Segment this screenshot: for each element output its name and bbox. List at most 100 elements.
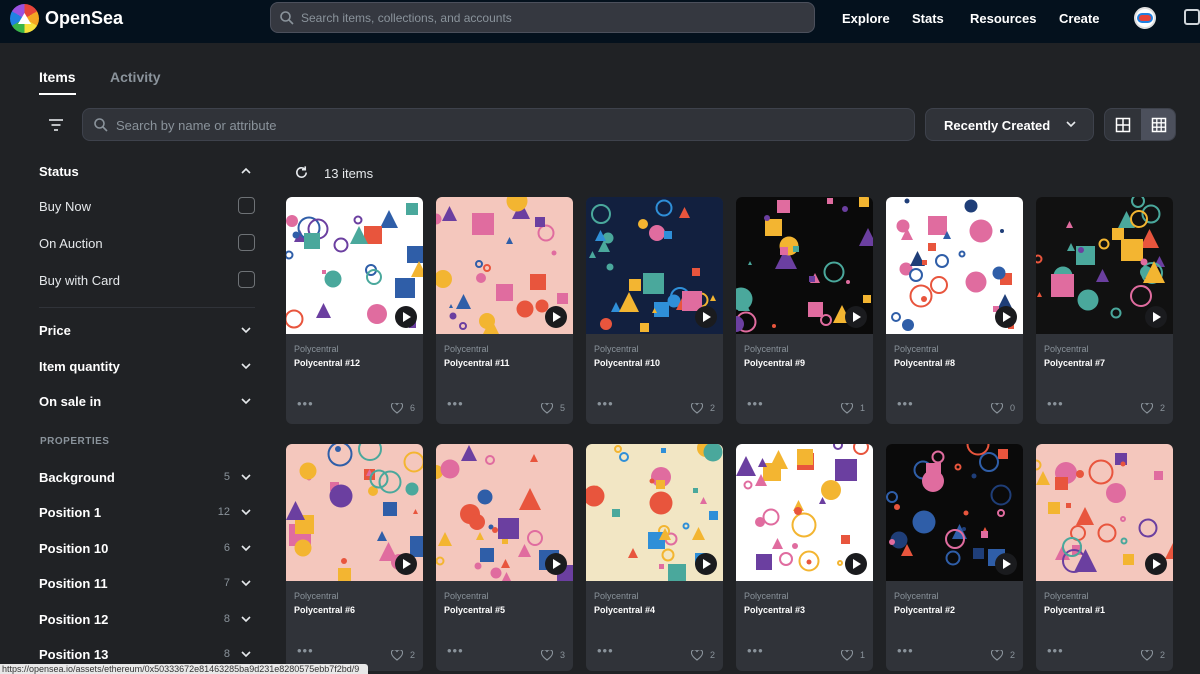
buy-now-checkbox[interactable] <box>238 197 255 214</box>
collection-name[interactable]: Polycentral <box>894 591 939 601</box>
nft-artwork[interactable] <box>436 444 573 581</box>
nft-card[interactable]: Polycentral Polycentral #3 ••• 1 <box>736 444 873 671</box>
nft-card[interactable]: Polycentral Polycentral #6 ••• 2 <box>286 444 423 671</box>
heart-icon[interactable] <box>691 403 703 414</box>
profile-avatar[interactable] <box>1134 7 1156 29</box>
on-sale-in-filter-header[interactable]: On sale in <box>39 392 255 412</box>
nft-card[interactable]: Polycentral Polycentral #12 ••• 6 <box>286 197 423 424</box>
item-name[interactable]: Polycentral #2 <box>894 604 969 617</box>
play-icon[interactable] <box>395 306 417 328</box>
collection-name[interactable]: Polycentral <box>444 344 489 354</box>
nft-artwork[interactable] <box>436 197 573 334</box>
item-name[interactable]: Polycentral #1 <box>1044 604 1119 617</box>
nft-artwork[interactable] <box>886 197 1023 334</box>
nft-card[interactable]: Polycentral Polycentral #10 ••• 2 <box>586 197 723 424</box>
collection-name[interactable]: Polycentral <box>594 591 639 601</box>
brand-name[interactable]: OpenSea <box>45 8 123 29</box>
collection-name[interactable]: Polycentral <box>594 344 639 354</box>
more-options-icon[interactable]: ••• <box>1047 644 1064 657</box>
play-icon[interactable] <box>545 553 567 575</box>
heart-icon[interactable] <box>1141 403 1153 414</box>
heart-icon[interactable] <box>391 650 403 661</box>
play-icon[interactable] <box>545 306 567 328</box>
more-options-icon[interactable]: ••• <box>297 397 314 410</box>
refresh-icon[interactable] <box>294 165 309 180</box>
wallet-icon[interactable] <box>1184 9 1200 25</box>
item-search-input[interactable]: Search by name or attribute <box>82 108 915 141</box>
status-option-buy-with-card[interactable]: Buy with Card <box>39 271 255 291</box>
nft-card[interactable]: Polycentral Polycentral #4 ••• 2 <box>586 444 723 671</box>
heart-icon[interactable] <box>991 650 1003 661</box>
play-icon[interactable] <box>1145 306 1167 328</box>
play-icon[interactable] <box>1145 553 1167 575</box>
nft-artwork[interactable] <box>1036 444 1173 581</box>
property-background[interactable]: Background 5 <box>39 468 255 488</box>
play-icon[interactable] <box>395 553 417 575</box>
play-icon[interactable] <box>995 306 1017 328</box>
more-options-icon[interactable]: ••• <box>747 644 764 657</box>
tab-activity[interactable]: Activity <box>110 69 161 85</box>
heart-icon[interactable] <box>841 650 853 661</box>
tab-items[interactable]: Items <box>39 69 76 85</box>
nft-artwork[interactable] <box>1036 197 1173 334</box>
collection-name[interactable]: Polycentral <box>744 344 789 354</box>
heart-icon[interactable] <box>691 650 703 661</box>
play-icon[interactable] <box>845 553 867 575</box>
collection-name[interactable]: Polycentral <box>1044 591 1089 601</box>
item-name[interactable]: Polycentral #6 <box>294 604 369 617</box>
nft-card[interactable]: Polycentral Polycentral #1 ••• 2 <box>1036 444 1173 671</box>
item-name[interactable]: Polycentral #4 <box>594 604 669 617</box>
nav-resources[interactable]: Resources <box>970 11 1036 26</box>
play-icon[interactable] <box>695 306 717 328</box>
more-options-icon[interactable]: ••• <box>297 644 314 657</box>
sort-dropdown[interactable]: Recently Created <box>925 108 1094 141</box>
nft-artwork[interactable] <box>886 444 1023 581</box>
nft-card[interactable]: Polycentral Polycentral #8 ••• 0 <box>886 197 1023 424</box>
item-name[interactable]: Polycentral #5 <box>444 604 519 617</box>
heart-icon[interactable] <box>841 403 853 414</box>
item-name[interactable]: Polycentral #12 <box>294 357 369 370</box>
item-name[interactable]: Polycentral #8 <box>894 357 969 370</box>
more-options-icon[interactable]: ••• <box>597 397 614 410</box>
nav-explore[interactable]: Explore <box>842 11 890 26</box>
item-name[interactable]: Polycentral #10 <box>594 357 669 370</box>
collection-name[interactable]: Polycentral <box>1044 344 1089 354</box>
nft-card[interactable]: Polycentral Polycentral #9 ••• 1 <box>736 197 873 424</box>
item-name[interactable]: Polycentral #11 <box>444 357 519 370</box>
nft-card[interactable]: Polycentral Polycentral #5 ••• 3 <box>436 444 573 671</box>
heart-icon[interactable] <box>991 403 1003 414</box>
on-auction-checkbox[interactable] <box>238 234 255 251</box>
opensea-logo-icon[interactable] <box>10 4 39 33</box>
small-grid-button[interactable] <box>1141 109 1175 140</box>
item-name[interactable]: Polycentral #9 <box>744 357 819 370</box>
buy-with-card-checkbox[interactable] <box>238 271 255 288</box>
item-name[interactable]: Polycentral #7 <box>1044 357 1119 370</box>
more-options-icon[interactable]: ••• <box>447 397 464 410</box>
nft-artwork[interactable] <box>736 197 873 334</box>
more-options-icon[interactable]: ••• <box>897 397 914 410</box>
price-filter-header[interactable]: Price <box>39 321 255 341</box>
more-options-icon[interactable]: ••• <box>897 644 914 657</box>
play-icon[interactable] <box>995 553 1017 575</box>
nav-stats[interactable]: Stats <box>912 11 944 26</box>
more-options-icon[interactable]: ••• <box>1047 397 1064 410</box>
item-name[interactable]: Polycentral #3 <box>744 604 819 617</box>
play-icon[interactable] <box>845 306 867 328</box>
property-position-10[interactable]: Position 10 6 <box>39 539 255 559</box>
property-position-13[interactable]: Position 13 8 <box>39 645 255 665</box>
nft-artwork[interactable] <box>586 444 723 581</box>
play-icon[interactable] <box>695 553 717 575</box>
large-grid-button[interactable] <box>1105 109 1141 140</box>
more-options-icon[interactable]: ••• <box>447 644 464 657</box>
collection-name[interactable]: Polycentral <box>294 344 339 354</box>
heart-icon[interactable] <box>1141 650 1153 661</box>
status-option-buy-now[interactable]: Buy Now <box>39 197 255 217</box>
collection-name[interactable]: Polycentral <box>894 344 939 354</box>
nft-artwork[interactable] <box>286 444 423 581</box>
collection-name[interactable]: Polycentral <box>444 591 489 601</box>
property-position-1[interactable]: Position 1 12 <box>39 503 255 523</box>
nft-card[interactable]: Polycentral Polycentral #11 ••• 5 <box>436 197 573 424</box>
nft-card[interactable]: Polycentral Polycentral #2 ••• 2 <box>886 444 1023 671</box>
more-options-icon[interactable]: ••• <box>597 644 614 657</box>
status-filter-header[interactable]: Status <box>39 162 255 182</box>
